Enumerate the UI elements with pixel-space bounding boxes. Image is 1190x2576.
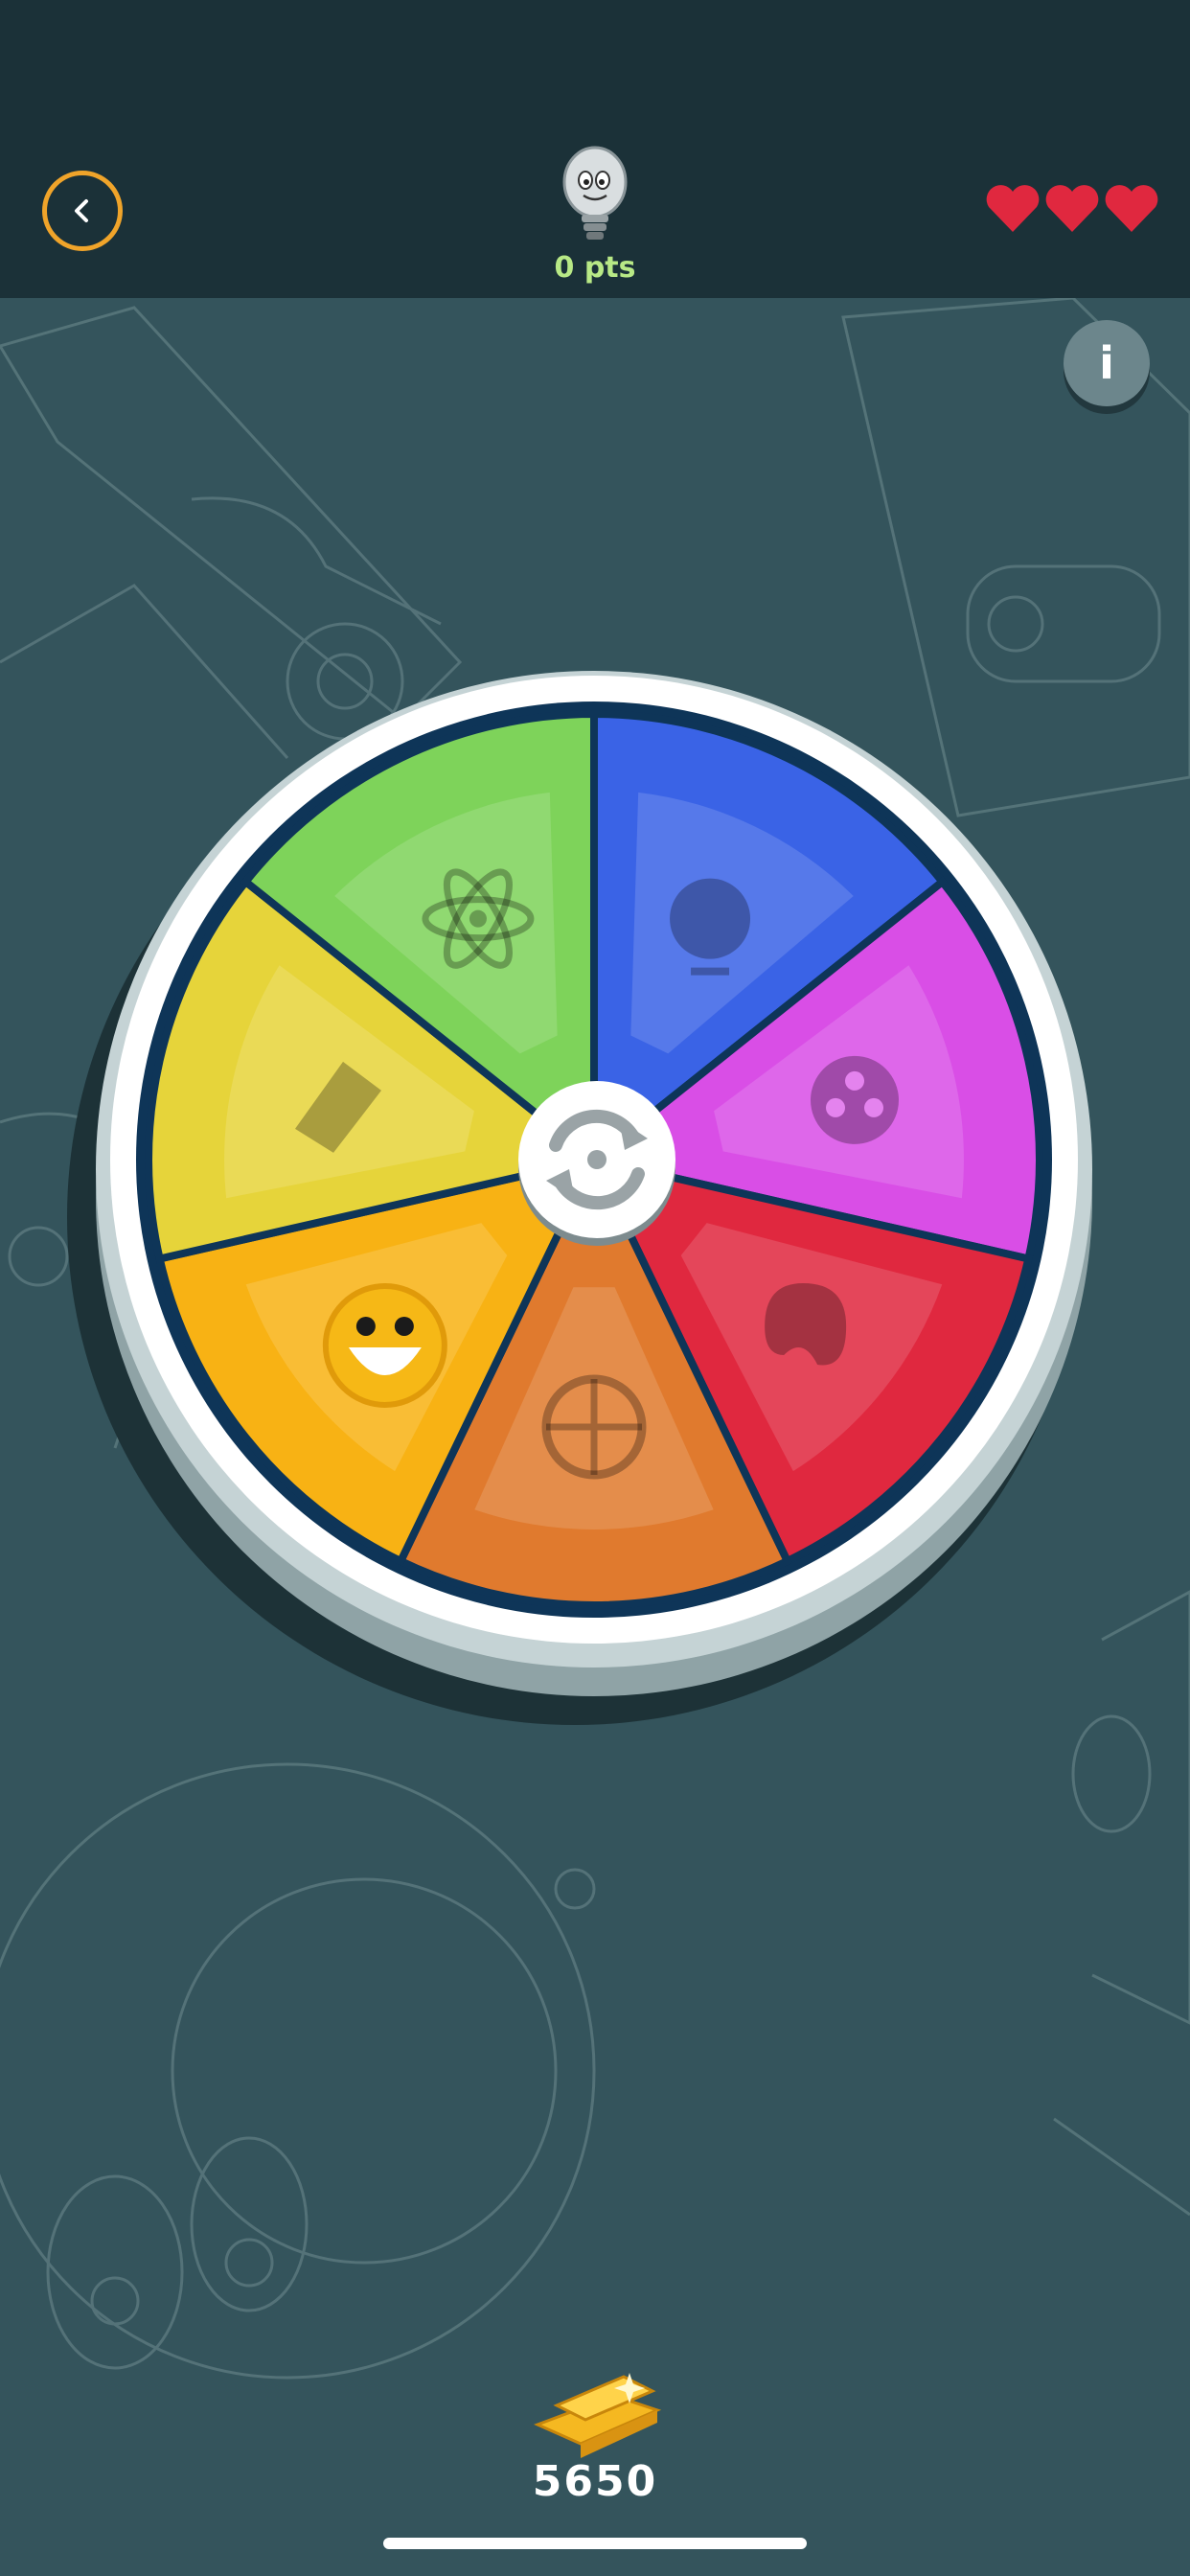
coins-display: 5650 [499, 2367, 691, 2506]
coin-count: 5650 [532, 2457, 658, 2506]
top-bar: 0 pts [0, 0, 1190, 298]
heart-icon [1045, 185, 1099, 232]
lives-display [985, 184, 1159, 234]
points-label: 0 pts [554, 251, 636, 285]
home-indicator[interactable] [383, 2538, 807, 2549]
category-wheel[interactable] [57, 661, 1131, 1735]
spin-button[interactable] [518, 1081, 675, 1246]
film-reel-icon [811, 1055, 900, 1144]
lightbulb-mascot-icon [562, 146, 628, 240]
points-display: 0 pts [499, 144, 691, 288]
smiley-icon [322, 1282, 447, 1408]
info-button[interactable]: i [1064, 320, 1150, 406]
basketball-icon [541, 1374, 647, 1480]
back-button[interactable] [42, 171, 123, 251]
info-label: i [1099, 337, 1114, 389]
heart-icon [1105, 185, 1158, 232]
chevron-left-icon [75, 199, 88, 222]
gold-bars-icon [534, 2373, 662, 2458]
heart-icon [986, 185, 1040, 232]
